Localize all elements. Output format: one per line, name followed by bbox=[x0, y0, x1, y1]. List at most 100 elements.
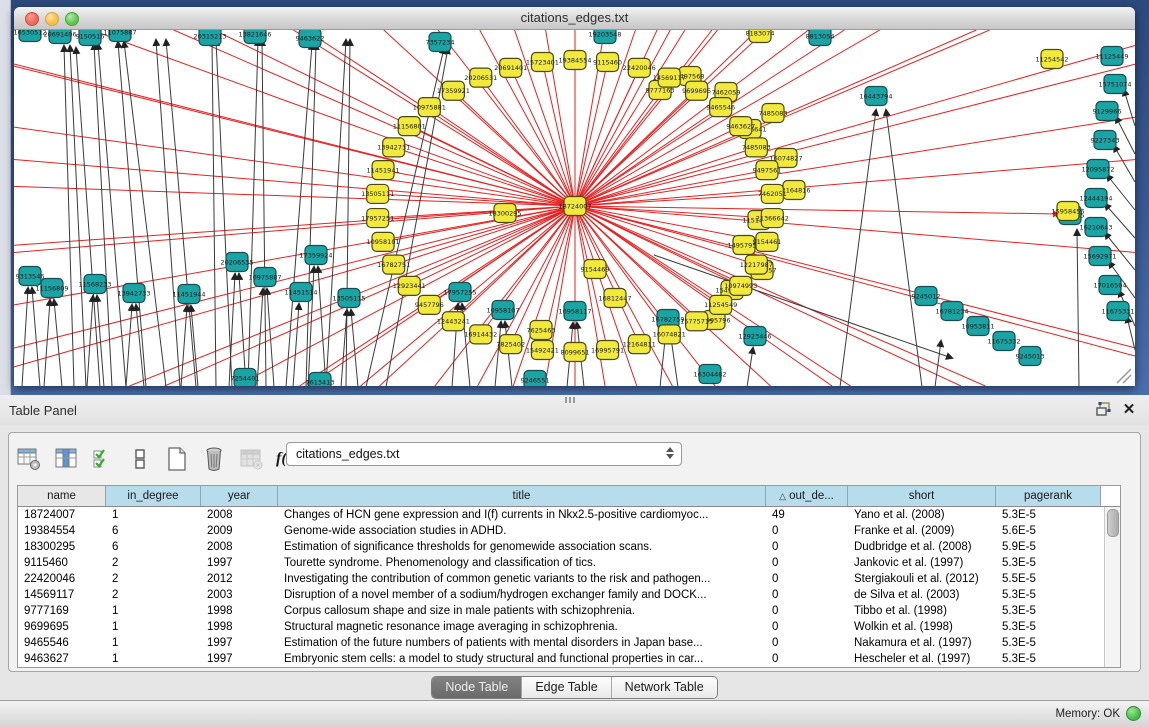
column-header-title[interactable]: title bbox=[278, 486, 766, 506]
graph-edge[interactable] bbox=[1124, 90, 1135, 126]
column-header-in_degree[interactable]: in_degree bbox=[106, 486, 201, 506]
table-row[interactable]: 911546021997Tourette syndrome. Phenomeno… bbox=[18, 555, 1120, 571]
graph-node[interactable]: 16812447 bbox=[598, 289, 631, 308]
select-columns-icon[interactable] bbox=[52, 445, 80, 473]
graph-node[interactable]: 9150516 bbox=[76, 30, 105, 46]
graph-edge[interactable] bbox=[126, 305, 132, 386]
scrollbar-thumb[interactable] bbox=[1107, 509, 1119, 537]
graph-node[interactable]: 13821646 bbox=[238, 30, 271, 44]
graph-node[interactable]: 9246551 bbox=[521, 371, 550, 387]
graph-node[interactable]: 20315213 bbox=[193, 30, 226, 46]
graph-node[interactable]: 10975887 bbox=[248, 268, 281, 287]
graph-node[interactable]: 16995791 bbox=[591, 341, 624, 360]
table-row[interactable]: 977716911998Corpus callosum shape and si… bbox=[18, 603, 1120, 619]
graph-node[interactable]: 10975881 bbox=[413, 98, 446, 117]
graph-edge[interactable] bbox=[212, 40, 216, 386]
graph-edge[interactable] bbox=[1107, 175, 1135, 210]
table-row[interactable]: 1872400712008Changes of HCN gene express… bbox=[18, 507, 1120, 523]
table-row[interactable]: 1830029562008Estimation of significance … bbox=[18, 539, 1120, 555]
graph-node[interactable]: 7357234 bbox=[426, 33, 455, 52]
graph-edge[interactable] bbox=[935, 341, 941, 386]
graph-edge[interactable] bbox=[575, 160, 1135, 206]
graph-node[interactable]: 12923441 bbox=[393, 276, 426, 295]
graph-edge[interactable] bbox=[293, 304, 299, 386]
graph-node[interactable]: 9154461 bbox=[752, 232, 781, 251]
tab-node-table[interactable]: Node Table bbox=[432, 677, 522, 698]
column-settings-icon[interactable] bbox=[15, 445, 43, 473]
network-window-titlebar[interactable]: citations_edges.txt bbox=[14, 7, 1135, 30]
graph-node[interactable]: 15692971 bbox=[1083, 247, 1116, 266]
graph-edge[interactable] bbox=[165, 206, 575, 386]
graph-node[interactable]: 8813054 bbox=[806, 30, 835, 46]
graph-edge[interactable] bbox=[166, 40, 196, 386]
close-panel-icon[interactable]: ✕ bbox=[1119, 401, 1139, 419]
table-row[interactable]: 946362711997Embryonic stem cells: a mode… bbox=[18, 651, 1120, 667]
table-chooser-dropdown[interactable]: citations_edges.txt bbox=[286, 442, 682, 466]
graph-node[interactable]: 17016504 bbox=[1093, 276, 1126, 295]
graph-node[interactable]: 13942731 bbox=[377, 138, 410, 157]
graph-node[interactable]: 16210643 bbox=[1079, 218, 1112, 237]
graph-node[interactable]: 15723401 bbox=[526, 52, 559, 71]
select-all-rows-icon[interactable] bbox=[89, 445, 117, 473]
graph-node[interactable]: 20206535 bbox=[220, 253, 253, 272]
graph-node[interactable]: 13505115 bbox=[332, 289, 365, 308]
graph-edge[interactable] bbox=[32, 288, 40, 386]
graph-edge[interactable] bbox=[14, 186, 575, 206]
graph-edge[interactable] bbox=[747, 348, 753, 386]
graph-edge[interactable] bbox=[87, 296, 93, 386]
network-canvas[interactable]: 9313546111568091156823313942733114519442… bbox=[14, 30, 1135, 386]
graph-edge[interactable] bbox=[326, 40, 346, 386]
graph-node[interactable]: 10958101 bbox=[367, 232, 400, 251]
graph-node[interactable]: 12443241 bbox=[437, 312, 470, 331]
graph-node[interactable]: 9245012 bbox=[912, 287, 941, 306]
graph-node[interactable]: 18300295 bbox=[488, 204, 521, 223]
graph-edge[interactable] bbox=[248, 40, 258, 386]
graph-node[interactable]: 11451941 bbox=[367, 161, 400, 180]
graph-node[interactable]: 11675332 bbox=[987, 332, 1020, 351]
graph-node[interactable]: 16530512 bbox=[14, 30, 47, 42]
deselect-rows-icon[interactable] bbox=[126, 445, 154, 473]
graph-edge[interactable] bbox=[229, 274, 235, 386]
graph-edge[interactable] bbox=[1127, 317, 1135, 350]
graph-node[interactable]: 15492421 bbox=[526, 341, 559, 360]
graph-edge[interactable] bbox=[267, 289, 274, 386]
graph-node[interactable]: 11675331 bbox=[1101, 302, 1134, 321]
tab-edge-table[interactable]: Edge Table bbox=[522, 677, 611, 698]
table-row[interactable]: 1938455462009Genome-wide association stu… bbox=[18, 523, 1120, 539]
graph-node[interactable]: 20691406 bbox=[43, 30, 76, 44]
graph-edge[interactable] bbox=[1077, 230, 1079, 386]
graph-edge[interactable] bbox=[286, 44, 312, 386]
graph-node[interactable]: 8099651 bbox=[561, 343, 590, 362]
graph-edge[interactable] bbox=[318, 267, 326, 386]
graph-node[interactable]: 17957255 bbox=[443, 283, 476, 302]
graph-node[interactable]: 19203548 bbox=[588, 30, 621, 44]
graph-edge[interactable] bbox=[346, 40, 350, 386]
memory-status[interactable]: Memory: OK bbox=[1055, 706, 1141, 721]
graph-node[interactable]: 11075887 bbox=[103, 30, 136, 42]
graph-node[interactable]: 16304482 bbox=[693, 365, 726, 384]
graph-edge[interactable] bbox=[429, 107, 575, 206]
column-header-year[interactable]: year bbox=[201, 486, 278, 506]
graph-edge[interactable] bbox=[575, 117, 1135, 206]
graph-node[interactable]: 9129966 bbox=[1093, 102, 1122, 121]
graph-node[interactable]: 9313546 bbox=[16, 267, 45, 286]
graph-node[interactable]: 8183074 bbox=[746, 30, 775, 43]
tab-network-table[interactable]: Network Table bbox=[612, 677, 717, 698]
graph-node[interactable]: 12164811 bbox=[623, 335, 656, 354]
graph-edge[interactable] bbox=[216, 40, 232, 386]
column-header-short[interactable]: short bbox=[848, 486, 996, 506]
graph-node[interactable]: 13505111 bbox=[361, 184, 394, 203]
graph-node[interactable]: 12923446 bbox=[738, 327, 771, 346]
graph-node[interactable]: 13942733 bbox=[117, 284, 150, 303]
graph-edge[interactable] bbox=[575, 206, 715, 386]
graph-edge[interactable] bbox=[214, 30, 575, 206]
column-header-pagerank[interactable]: pagerank bbox=[996, 486, 1101, 506]
graph-node[interactable]: 15751074 bbox=[1098, 75, 1131, 94]
graph-node[interactable]: 10953811 bbox=[961, 317, 994, 336]
float-panel-icon[interactable] bbox=[1095, 401, 1115, 419]
graph-node[interactable]: 7485083 bbox=[742, 138, 771, 157]
graph-edge[interactable] bbox=[1114, 146, 1135, 182]
graph-node[interactable]: 10958117 bbox=[558, 302, 591, 321]
graph-node[interactable]: 9245013 bbox=[1016, 347, 1045, 366]
graph-node[interactable]: 16782751 bbox=[377, 255, 410, 274]
